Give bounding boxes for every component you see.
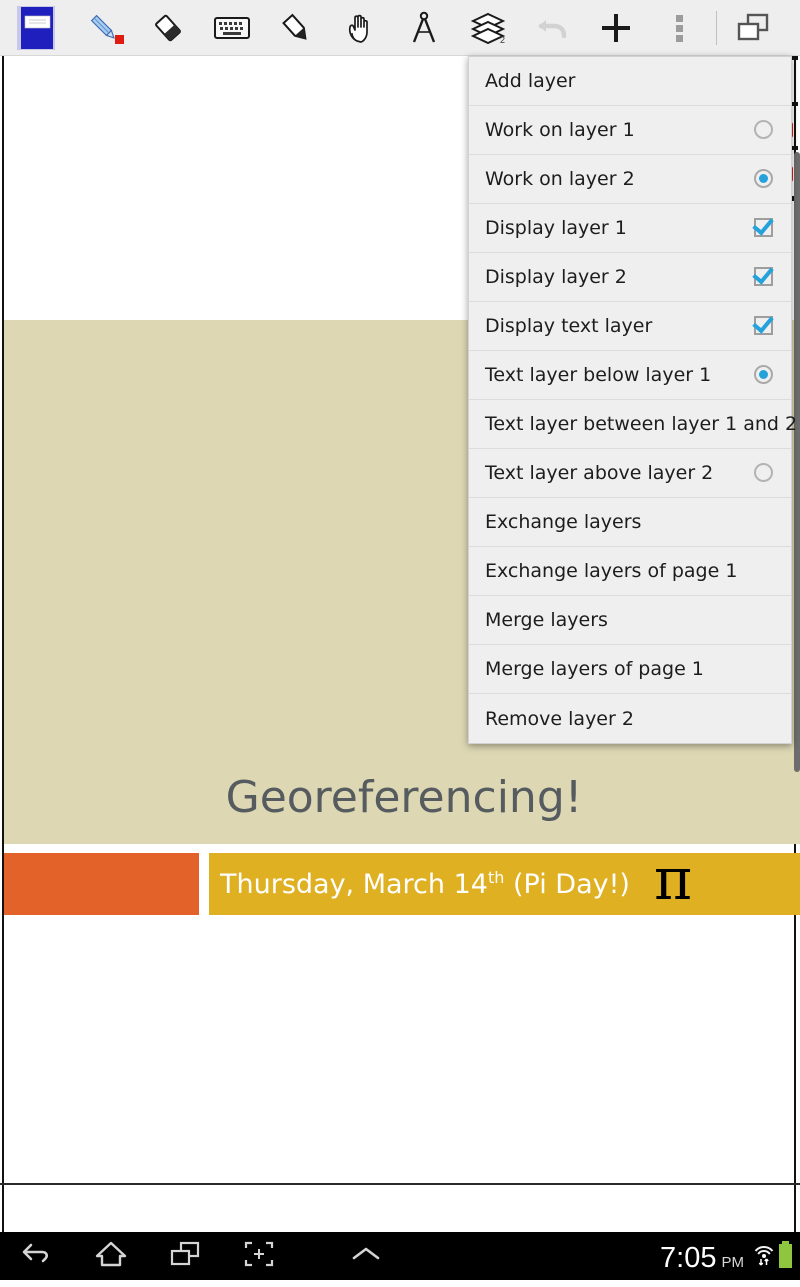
menu-item[interactable]: Display layer 1	[469, 204, 791, 253]
menu-item-label: Exchange layers	[485, 511, 642, 533]
menu-item-label: Add layer	[485, 70, 576, 92]
date-banner-row: Thursday, March 14th (Pi Day!) π	[4, 845, 800, 915]
keyboard-button[interactable]	[200, 0, 264, 56]
screenshot-icon	[244, 1240, 274, 1273]
battery-icon	[779, 1241, 792, 1268]
nav-home-button[interactable]	[74, 1232, 148, 1280]
menu-item[interactable]: Add layer	[469, 57, 791, 106]
status-clock-ampm: PM	[721, 1253, 745, 1271]
overflow-icon	[676, 14, 684, 42]
add-button[interactable]	[584, 0, 648, 56]
menu-item[interactable]: Remove layer 2	[469, 694, 791, 743]
undo-button[interactable]	[520, 0, 584, 56]
menu-item-radio[interactable]	[753, 119, 775, 141]
slide-title: Georeferencing!	[225, 772, 583, 823]
eraser-button[interactable]	[136, 0, 200, 56]
nav-recents-button[interactable]	[148, 1232, 222, 1280]
android-navigation-bar: 7:05 PM	[0, 1232, 800, 1280]
nav-screenshot-button[interactable]	[222, 1232, 296, 1280]
layers-badge: 2	[499, 34, 505, 45]
menu-item[interactable]: Merge layers	[469, 596, 791, 645]
status-icons	[753, 1232, 792, 1280]
overflow-menu-button[interactable]	[648, 0, 712, 56]
menu-item[interactable]: Text layer between layer 1 and 2	[469, 400, 797, 449]
menu-item-checkbox[interactable]	[753, 315, 775, 337]
menu-item-label: Text layer below layer 1	[485, 364, 712, 386]
notebook-icon	[16, 5, 56, 51]
menu-item[interactable]: Display layer 2	[469, 253, 791, 302]
menu-item-radio[interactable]	[753, 168, 775, 190]
hand-icon	[345, 11, 375, 45]
nav-expand-button[interactable]	[296, 1232, 436, 1280]
highlighter-icon	[279, 11, 313, 45]
menu-item[interactable]: Exchange layers of page 1	[469, 547, 791, 596]
date-text: Thursday, March 14th (Pi Day!)	[220, 868, 630, 900]
menu-item-label: Exchange layers of page 1	[485, 560, 738, 582]
pi-symbol: π	[653, 845, 693, 913]
compass-icon	[408, 11, 440, 45]
compass-button[interactable]	[392, 0, 456, 56]
menu-item[interactable]: Merge layers of page 1	[469, 645, 791, 694]
notebook-page-2[interactable]	[2, 1185, 796, 1232]
menu-item-label: Merge layers	[485, 609, 608, 631]
menu-item-checkbox[interactable]	[753, 217, 775, 239]
menu-item-label: Merge layers of page 1	[485, 658, 704, 680]
checkbox-checked-icon	[754, 218, 773, 237]
checkbox-checked-icon	[754, 267, 773, 286]
multi-window-button[interactable]	[721, 0, 785, 56]
menu-item[interactable]: Exchange layers	[469, 498, 791, 547]
radio-selected-icon	[754, 365, 773, 384]
recents-icon	[169, 1240, 201, 1273]
status-clock: 7:05	[660, 1241, 717, 1274]
highlighter-button[interactable]	[264, 0, 328, 56]
menu-item-label: Text layer between layer 1 and 2	[485, 413, 798, 435]
nav-back-button[interactable]	[0, 1232, 74, 1280]
eraser-icon	[151, 11, 185, 45]
pen-color-indicator	[115, 34, 124, 44]
menu-item-label: Text layer above layer 2	[485, 462, 714, 484]
layer-menu[interactable]: Add layer Work on layer 1 Work on layer 2 D…	[468, 56, 797, 744]
radio-unselected-icon	[754, 120, 773, 139]
wifi-icon	[753, 1241, 775, 1272]
menu-item-label: Work on layer 2	[485, 168, 635, 190]
gold-date-banner: Thursday, March 14th (Pi Day!) π	[209, 845, 800, 915]
menu-item[interactable]: Display text layer	[469, 302, 791, 351]
orange-color-block	[4, 853, 199, 915]
undo-icon	[535, 13, 569, 43]
home-icon	[95, 1240, 127, 1273]
status-area: 7:05 PM	[660, 1232, 800, 1280]
menu-item-radio[interactable]	[753, 462, 775, 484]
radio-unselected-icon	[754, 463, 773, 482]
menu-item-label: Remove layer 2	[485, 707, 634, 730]
pen-button[interactable]	[72, 0, 136, 56]
menu-item-radio[interactable]	[753, 364, 775, 386]
keyboard-icon	[214, 15, 250, 41]
menu-item-label: Display layer 2	[485, 266, 627, 288]
toolbar-divider	[716, 10, 717, 45]
layers-button[interactable]: 2	[456, 0, 520, 56]
radio-selected-icon	[754, 169, 773, 188]
menu-item-label: Work on layer 1	[485, 119, 635, 141]
notebook-button[interactable]	[0, 0, 72, 56]
menu-item[interactable]: Text layer above layer 2	[469, 449, 791, 498]
menu-item[interactable]: Work on layer 2	[469, 155, 791, 204]
menu-item[interactable]: Text layer below layer 1	[469, 351, 791, 400]
window-icon	[736, 13, 770, 43]
checkbox-checked-icon	[754, 316, 773, 335]
add-icon	[600, 12, 632, 44]
menu-item-label: Display text layer	[485, 315, 653, 337]
expand-icon	[348, 1244, 384, 1269]
menu-item-label: Display layer 1	[485, 217, 627, 239]
hand-button[interactable]	[328, 0, 392, 56]
menu-item-checkbox[interactable]	[753, 266, 775, 288]
vertical-scrollbar[interactable]	[794, 152, 800, 772]
back-icon	[21, 1241, 53, 1272]
menu-item[interactable]: Work on layer 1	[469, 106, 791, 155]
main-toolbar: 2	[0, 0, 800, 56]
